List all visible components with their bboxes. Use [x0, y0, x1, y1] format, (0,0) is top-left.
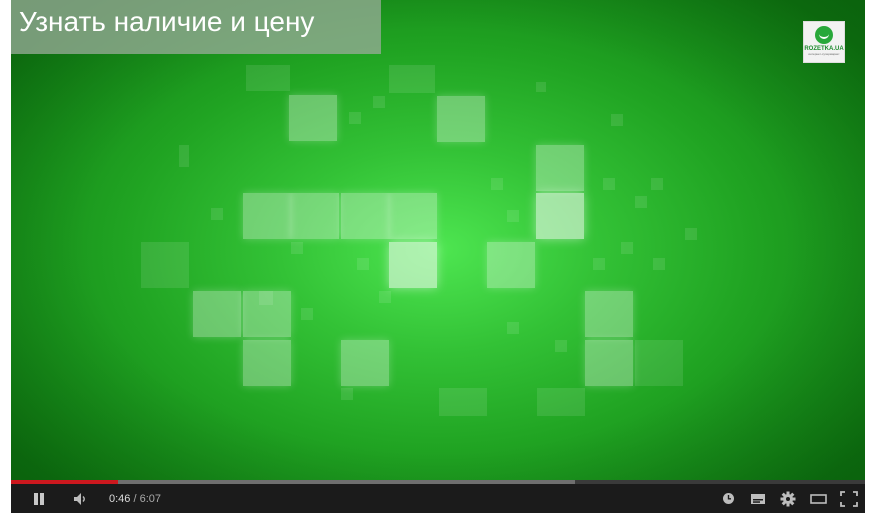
theater-mode-icon: [809, 493, 827, 504]
captions-icon: [751, 493, 765, 504]
captions-button[interactable]: [749, 490, 767, 508]
video-player[interactable]: Узнать наличие и цену ROZETKA.UA интерне…: [11, 0, 865, 513]
title-annotation[interactable]: Узнать наличие и цену: [11, 0, 381, 54]
fullscreen-button[interactable]: [839, 490, 859, 508]
theater-mode-button[interactable]: [809, 490, 827, 508]
watch-later-button[interactable]: [719, 490, 737, 508]
controls-bar: 0:46 / 6:07: [11, 484, 865, 513]
channel-watermark[interactable]: ROZETKA.UA интернет-супермаркет: [803, 21, 845, 63]
fullscreen-icon: [840, 490, 858, 507]
current-time: 0:46: [109, 492, 131, 505]
pause-icon: [34, 492, 44, 505]
right-controls: [719, 490, 865, 508]
video-frame[interactable]: Узнать наличие и цену ROZETKA.UA интерне…: [11, 0, 865, 480]
watch-later-icon: [722, 493, 734, 504]
volume-button[interactable]: [71, 489, 91, 509]
time-separator: /: [133, 492, 137, 505]
title-annotation-label[interactable]: Узнать наличие и цену: [11, 0, 314, 38]
pause-button[interactable]: [29, 489, 49, 509]
settings-icon: [780, 491, 796, 506]
settings-button[interactable]: [779, 490, 797, 508]
video-vignette: [11, 0, 865, 480]
duration: 6:07: [139, 492, 162, 505]
volume-icon: [74, 492, 85, 505]
time-display: 0:46 / 6:07: [109, 493, 161, 505]
watermark-subtitle: интернет-супермаркет: [808, 52, 840, 56]
rozetka-logo-icon: [815, 26, 833, 44]
